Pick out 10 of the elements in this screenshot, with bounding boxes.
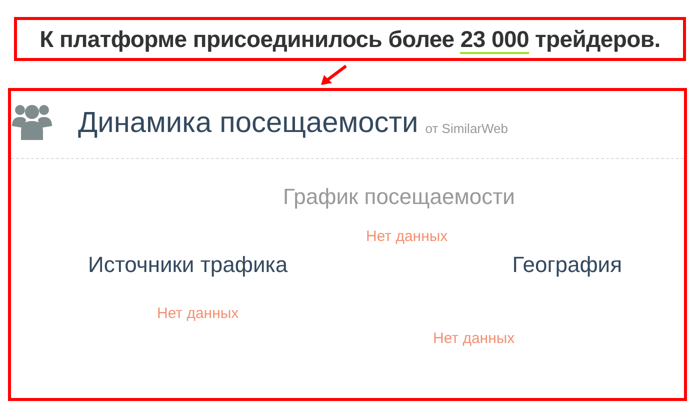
headline-text: К платформе присоединилось более 23 000 трейдеров. (40, 24, 660, 56)
geography-title: География (512, 254, 622, 276)
source-label: от SimilarWeb (425, 120, 508, 138)
no-data-message: Нет данных (433, 331, 516, 346)
no-data-message: Нет данных (366, 229, 449, 244)
arrow-icon (321, 64, 347, 85)
sources-title: Источники трафика (88, 254, 288, 276)
no-data-message: Нет данных (157, 306, 240, 321)
chart-title: График посещаемости (283, 186, 516, 208)
panel-title: Динамика посещаемости (78, 109, 418, 138)
